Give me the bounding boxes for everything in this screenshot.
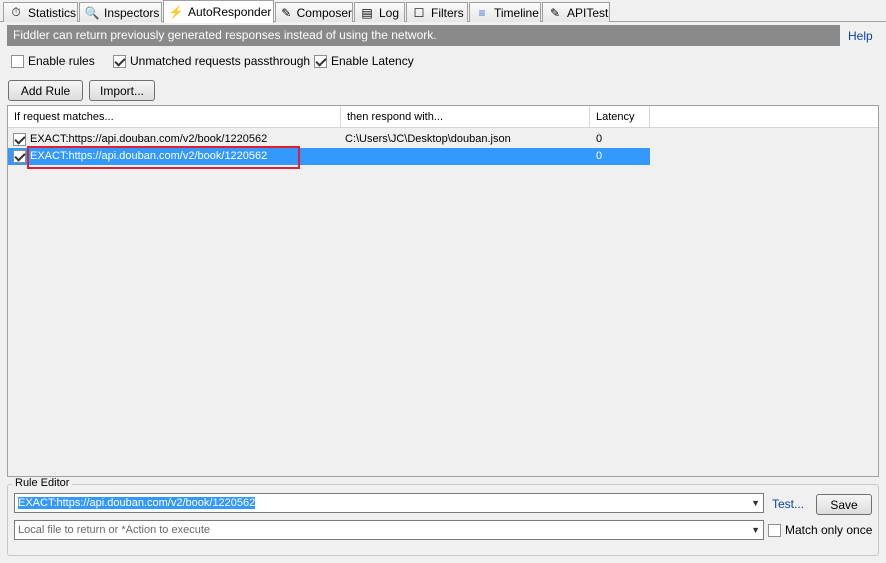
save-button[interactable]: Save [816,494,872,515]
enable-latency-checkbox[interactable] [314,54,327,68]
unmatched-passthrough-checkbox[interactable] [113,54,126,68]
match-input[interactable]: EXACT:https://api.douban.com/v2/book/122… [14,493,764,513]
column-header-match[interactable]: If request matches... [8,106,341,128]
action-input-placeholder: Local file to return or *Action to execu… [18,524,210,536]
enable-latency-option[interactable]: Enable Latency [314,54,414,68]
tab-bar: ⏱ Statistics 🔍 Inspectors ⚡ AutoResponde… [0,0,886,23]
tab-timeline[interactable]: ≡ Timeline [469,2,541,22]
tab-apitest[interactable]: ✎ APITest [542,2,610,22]
tab-filters[interactable]: ☐ Filters [406,2,468,22]
dropdown-arrow-icon[interactable]: ▼ [751,521,760,539]
composer-icon: ✎ [281,5,292,20]
add-rule-button[interactable]: Add Rule [8,80,83,101]
column-header-filler [650,106,878,128]
match-once-option[interactable]: Match only once [768,523,872,537]
rule-editor-title: Rule Editor [12,477,73,489]
tab-label: APITest [567,5,609,20]
rule-enabled-checkbox[interactable] [13,150,26,163]
timeline-icon: ≡ [478,5,486,20]
filter-checkbox-icon: ☐ [413,5,425,20]
match-once-label: Match only once [785,523,873,537]
tab-label: Statistics [28,5,77,20]
match-once-checkbox[interactable] [768,523,781,537]
tab-label: Filters [431,5,464,20]
rule-enabled-checkbox[interactable] [13,133,26,146]
tab-log[interactable]: ▤ Log [354,2,405,22]
enable-latency-label: Enable Latency [331,54,414,68]
enable-rules-label: Enable rules [28,54,95,68]
info-bar: Fiddler can return previously generated … [7,25,840,46]
apitest-icon: ✎ [549,5,561,20]
rule-respond-cell: C:\Users\JC\Desktop\douban.json [345,133,511,145]
tab-composer[interactable]: ✎ Composer [275,2,353,22]
column-header-respond[interactable]: then respond with... [341,106,590,128]
magnifier-icon: 🔍 [84,5,100,20]
enable-rules-checkbox[interactable] [11,54,24,68]
dropdown-arrow-icon[interactable]: ▼ [751,494,760,512]
log-icon: ▤ [361,5,373,20]
tab-label: Timeline [494,5,539,20]
rule-latency-cell: 0 [596,133,603,145]
tab-label: Inspectors [104,5,160,20]
help-link[interactable]: Help [848,29,873,43]
enable-rules-option[interactable]: Enable rules [11,54,95,68]
tab-label: AutoResponder [188,5,272,19]
tab-autoresponder[interactable]: ⚡ AutoResponder [163,0,274,23]
tab-label: Composer [296,5,352,20]
action-input[interactable]: Local file to return or *Action to execu… [14,520,764,540]
tab-inspectors[interactable]: 🔍 Inspectors [79,2,162,22]
tab-label: Log [379,5,400,20]
column-header-latency[interactable]: Latency [590,106,650,128]
rule-latency-cell: 0 [596,150,603,162]
tab-statistics[interactable]: ⏱ Statistics [3,2,78,22]
test-link[interactable]: Test... [772,497,804,511]
lightning-icon: ⚡ [168,5,184,19]
unmatched-passthrough-label: Unmatched requests passthrough [130,54,311,68]
match-input-value: EXACT:https://api.douban.com/v2/book/122… [18,497,256,509]
import-button[interactable]: Import... [89,80,155,101]
unmatched-passthrough-option[interactable]: Unmatched requests passthrough [113,54,310,68]
highlight-annotation-box [27,146,300,169]
stopwatch-icon: ⏱ [11,5,21,19]
